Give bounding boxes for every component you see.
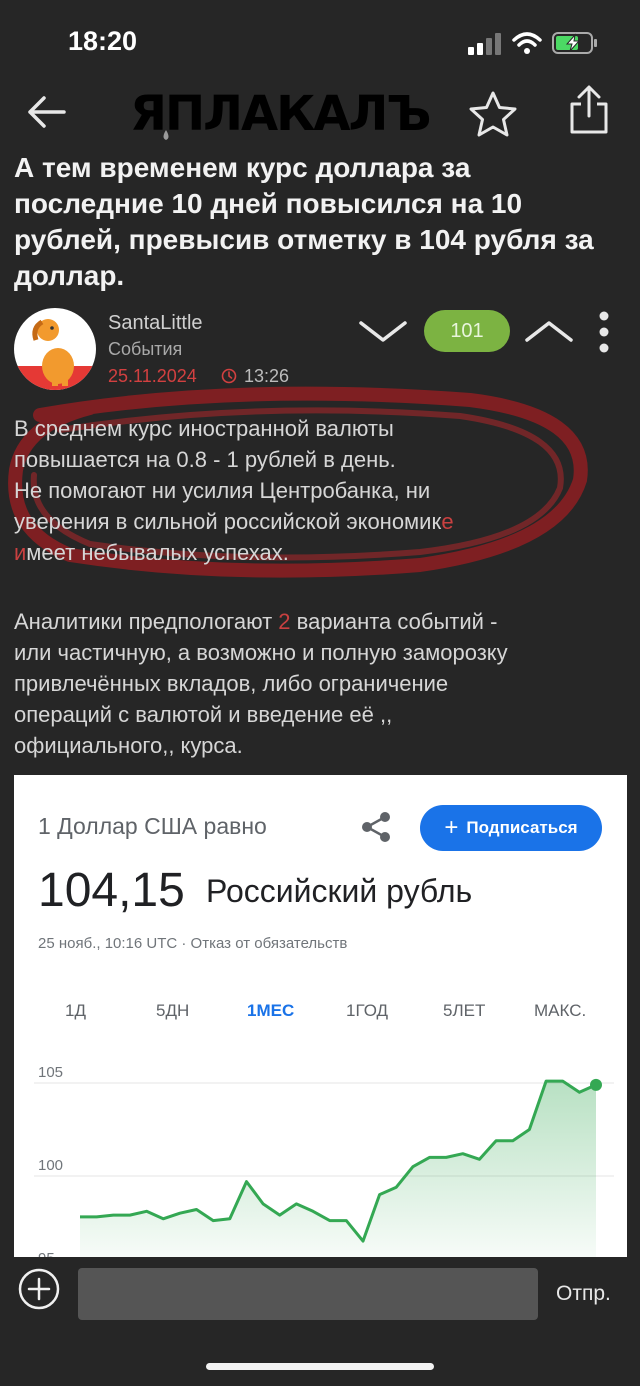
add-attachment-icon[interactable] [18, 1268, 60, 1310]
home-indicator [206, 1363, 434, 1370]
tab-1m: 1МЕС [247, 1001, 295, 1020]
tab-1y: 1ГОД [346, 1001, 389, 1020]
post-paragraph-1: В среднем курс иностранной валюты повыша… [14, 416, 454, 565]
post-title: А тем временем курс доллара за последние… [14, 152, 594, 291]
star-icon[interactable] [466, 88, 520, 142]
rate-timestamp: 25 нояб., 10:16 UTC · Отказ от обязатель… [38, 935, 348, 952]
chart-last-point [590, 1078, 602, 1091]
chart-area-fill [80, 1081, 596, 1257]
share-nodes-icon [362, 812, 390, 842]
cellular-signal-icon [468, 33, 501, 55]
currency-label: 1 Доллар США равно [38, 813, 267, 839]
back-arrow-icon[interactable] [22, 88, 70, 136]
tab-5y: 5ЛЕТ [443, 1001, 486, 1020]
tab-1d: 1Д [65, 1001, 86, 1020]
vote-down-icon[interactable] [356, 316, 410, 346]
y-tick-label: 105 [38, 1065, 63, 1081]
svg-text:ЯПЛАКАЛЪ: ЯПЛАКАЛЪ [130, 86, 430, 140]
rating-badge: 101 [424, 310, 510, 352]
comment-input[interactable] [78, 1268, 538, 1320]
author-name[interactable]: SantaLittle [108, 312, 203, 335]
post-paragraph-2: Аналитики предпологают 2 варианта событи… [14, 609, 508, 758]
tab-5d: 5ДН [156, 1001, 190, 1020]
more-options-icon[interactable] [596, 310, 612, 354]
currency-name: Российский рубль [206, 873, 473, 909]
status-time: 18:20 [68, 26, 138, 56]
wifi-icon [512, 32, 542, 54]
vote-up-icon[interactable] [522, 316, 576, 346]
battery-charging-icon [552, 32, 597, 54]
send-button[interactable]: Отпр. [556, 1282, 611, 1306]
exchange-rate-chart: 105 100 95 [34, 1065, 614, 1257]
share-icon[interactable] [562, 82, 616, 138]
tab-max: МАКС. [534, 1001, 587, 1020]
plus-icon: + [444, 814, 459, 841]
exchange-rate-value: 104,15 [38, 864, 185, 917]
subscribe-button: + Подписаться [420, 805, 602, 851]
y-tick-label: 95 [38, 1250, 55, 1257]
y-tick-label: 100 [38, 1157, 63, 1174]
post-category[interactable]: События [108, 339, 182, 360]
site-logo[interactable]: ЯПЛАКАЛЪ [130, 82, 445, 140]
currency-screenshot[interactable]: 1 Доллар США равно + Подписаться 104,15 … [14, 775, 627, 1257]
